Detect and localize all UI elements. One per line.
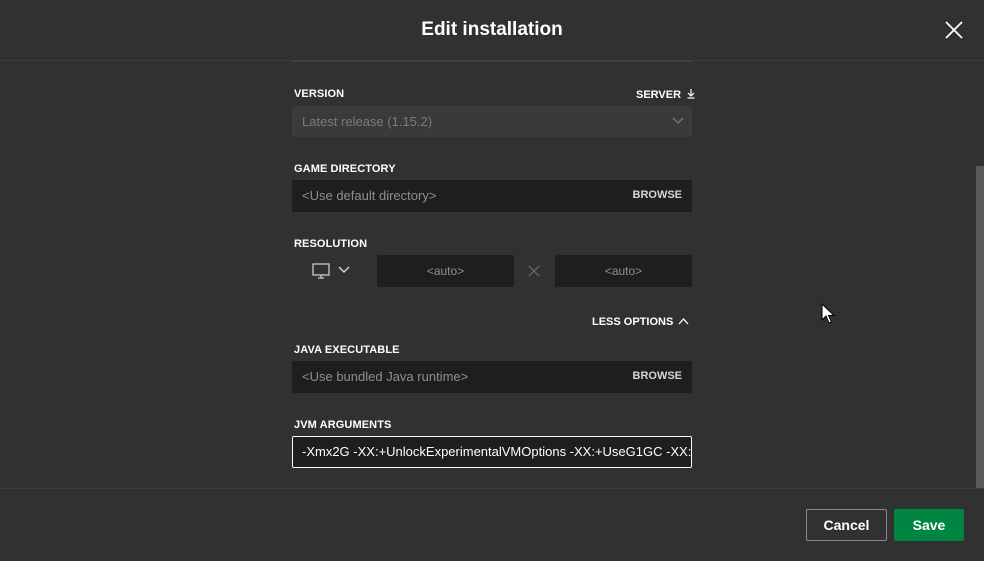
save-button[interactable]: Save (894, 509, 964, 541)
dialog-title: Edit installation (421, 19, 563, 40)
resolution-preset-dropdown[interactable] (312, 262, 352, 280)
scrollbar-thumb[interactable] (976, 166, 984, 488)
close-button[interactable] (942, 18, 966, 42)
game-directory-label: GAME DIRECTORY (294, 163, 396, 175)
java-executable-label: JAVA EXECUTABLE (294, 344, 400, 356)
chevron-up-icon (678, 318, 689, 325)
java-executable-browse-button[interactable]: BROWSE (633, 370, 683, 382)
resolution-height-input[interactable]: <auto> (555, 255, 692, 287)
version-selected-value: Latest release (1.15.2) (302, 114, 433, 129)
resolution-label: RESOLUTION (294, 238, 368, 250)
times-icon (528, 265, 540, 277)
download-arrow-icon (687, 89, 695, 99)
monitor-icon (312, 263, 330, 279)
version-select[interactable]: Latest release (1.15.2) (292, 106, 692, 137)
game-directory-field[interactable]: <Use default directory> BROWSE (292, 180, 692, 212)
jvm-arguments-label: JVM ARGUMENTS (294, 419, 392, 431)
dialog-header: Edit installation (0, 0, 984, 61)
cancel-button[interactable]: Cancel (806, 509, 887, 541)
java-executable-field[interactable]: <Use bundled Java runtime> BROWSE (292, 361, 692, 393)
game-directory-browse-button[interactable]: BROWSE (633, 189, 683, 201)
game-directory-placeholder: <Use default directory> (302, 188, 437, 203)
server-link-label: SERVER (636, 89, 682, 101)
server-download-link[interactable]: SERVER (636, 88, 696, 101)
section-divider (292, 61, 692, 62)
jvm-arguments-value: -Xmx2G -XX:+UnlockExperimentalVMOptions … (302, 444, 692, 459)
less-options-toggle[interactable]: LESS OPTIONS (592, 316, 689, 328)
chevron-down-icon (672, 117, 684, 124)
close-icon (945, 21, 963, 39)
edit-installation-dialog: Edit installation VERSION SERVER Latest … (0, 0, 984, 561)
version-label: VERSION (294, 88, 345, 100)
jvm-arguments-input[interactable]: -Xmx2G -XX:+UnlockExperimentalVMOptions … (292, 436, 692, 468)
mouse-cursor-icon (821, 303, 835, 324)
resolution-width-input[interactable]: <auto> (377, 255, 514, 287)
less-options-label: LESS OPTIONS (592, 316, 674, 328)
chevron-down-icon (338, 266, 350, 273)
java-executable-placeholder: <Use bundled Java runtime> (302, 369, 469, 384)
